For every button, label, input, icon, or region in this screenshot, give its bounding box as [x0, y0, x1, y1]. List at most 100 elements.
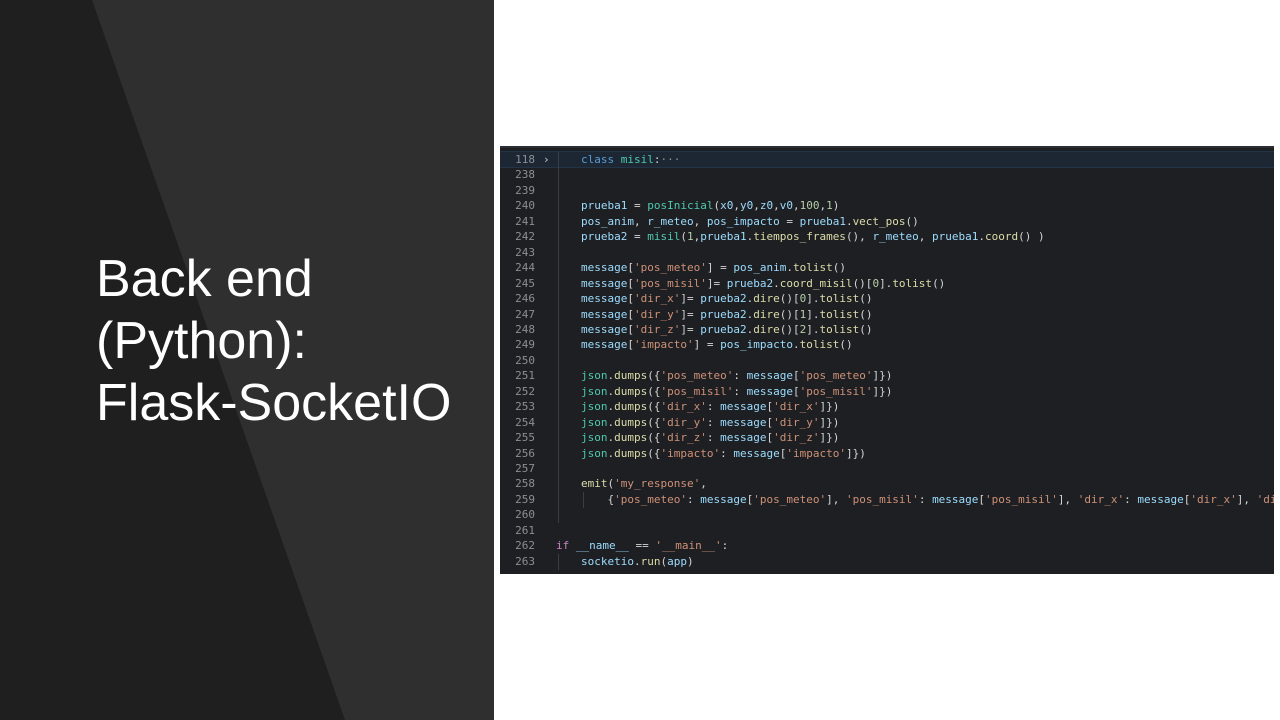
code-token: :: [686, 492, 701, 506]
indent-guide: [558, 213, 559, 230]
code-token: 'pos_meteo': [753, 492, 827, 506]
code-token: 'impacto': [786, 446, 846, 460]
code-line: 257: [500, 461, 1274, 477]
line-number: 263: [515, 554, 535, 568]
code-token: message: [720, 400, 767, 414]
code-token: r_meteo: [872, 230, 919, 244]
code-text: message['dir_x']= prueba2.dire()[0].toli…: [581, 291, 872, 306]
code-token: (): [859, 292, 873, 306]
code-token: json: [581, 400, 608, 414]
code-token: r_meteo: [647, 214, 694, 228]
code-text: if __name__ == '__main__':: [556, 538, 728, 553]
line-number: 256: [515, 446, 535, 460]
code-token: ]: [680, 292, 687, 306]
line-number: 262: [515, 539, 535, 553]
code-token: ({: [647, 400, 661, 414]
code-token: pos_impacto: [720, 338, 793, 352]
indent-guide: [558, 198, 559, 215]
code-token: ]: [680, 322, 687, 336]
code-token: tolist: [799, 338, 840, 352]
code-token: dumps: [614, 431, 648, 445]
code-token: json: [581, 415, 608, 429]
code-token: json: [581, 384, 608, 398]
code-token: prueba2: [581, 230, 628, 244]
code-token: ()[: [779, 322, 800, 336]
code-token: ]}): [872, 384, 893, 398]
code-token: tolist: [819, 307, 860, 321]
code-line: 239: [500, 182, 1274, 199]
code-line: 259 {'pos_meteo': message['pos_meteo'], …: [500, 491, 1274, 508]
code-token: [: [627, 261, 634, 275]
line-number: 250: [515, 353, 535, 367]
code-token: [: [792, 384, 800, 398]
code-token: (): [859, 307, 873, 321]
indent-guide: [558, 430, 559, 447]
code-token: emit: [581, 477, 608, 491]
code-line: 238: [500, 167, 1274, 184]
code-text: message['dir_z']= prueba2.dire()[2].toli…: [581, 322, 872, 337]
code-token: ,: [792, 199, 800, 213]
code-token: message: [720, 431, 767, 445]
code-token: {: [581, 492, 615, 506]
code-token: run: [640, 554, 661, 568]
line-number: 244: [515, 261, 535, 275]
code-token: :: [1124, 492, 1138, 506]
title-line-1: Back end: [96, 250, 313, 308]
line-number: 246: [515, 292, 535, 306]
code-token: 'my_response': [614, 477, 701, 491]
code-token: dumps: [614, 446, 648, 460]
code-token: :: [733, 384, 747, 398]
code-line: 244 message['pos_meteo'] = pos_anim.tolis…: [500, 260, 1274, 277]
line-number: 243: [515, 245, 535, 259]
code-token: app: [667, 554, 687, 568]
code-token: =: [713, 276, 727, 290]
fold-chevron-icon[interactable]: ›: [543, 152, 550, 167]
line-number: 247: [515, 307, 535, 321]
code-token: prueba2: [726, 276, 774, 290]
code-token: prueba1: [932, 230, 979, 244]
code-token: 100: [799, 199, 820, 213]
code-token: :: [918, 492, 933, 506]
line-number: 239: [515, 183, 535, 197]
code-token: message: [1137, 492, 1184, 506]
code-token: ].: [806, 322, 820, 336]
code-token: ]}): [845, 446, 866, 460]
slide-title: Back end (Python): Flask-SocketIO: [96, 248, 486, 434]
code-token: 'pos_meteo': [660, 369, 734, 383]
line-number: 238: [515, 168, 535, 182]
code-token: 'dir_y': [633, 307, 681, 321]
code-token: tolist: [792, 261, 833, 275]
code-line: 258 emit('my_response',: [500, 476, 1274, 493]
code-token: message: [746, 369, 793, 383]
code-token: (): [932, 276, 946, 290]
line-number: 245: [515, 276, 535, 290]
code-token: coord_misil: [779, 276, 853, 290]
code-token: .: [773, 276, 780, 290]
code-token: [: [627, 292, 634, 306]
code-token: message: [700, 492, 747, 506]
code-token: ): [686, 554, 694, 568]
code-token: tolist: [892, 276, 933, 290]
code-token: [: [792, 369, 800, 383]
code-token: dumps: [614, 415, 648, 429]
code-token: =: [627, 199, 648, 213]
code-token: coord: [985, 230, 1019, 244]
code-line: 255 json.dumps({'dir_z': message['dir_z']…: [500, 430, 1274, 447]
code-token: [: [627, 338, 634, 352]
code-token: 'pos_meteo': [633, 261, 707, 275]
code-text: class misil:···: [581, 152, 680, 167]
code-line: 262 if __name__ == '__main__':: [500, 538, 1274, 553]
line-number: 255: [515, 431, 535, 445]
code-token: ,: [773, 199, 780, 213]
code-token: ({: [647, 415, 661, 429]
title-line-2: (Python):: [96, 312, 307, 370]
code-token: '__main__': [655, 539, 722, 553]
code-token: 'pos_misil': [633, 276, 707, 290]
code-token: 'dir_y': [1256, 492, 1274, 506]
indent-guide: [558, 461, 559, 477]
code-text: json.dumps({'impacto': message['impacto'…: [581, 446, 866, 461]
code-token: [: [627, 276, 634, 290]
line-number: 240: [515, 199, 535, 213]
code-token: dumps: [614, 369, 648, 383]
indent-guide: [558, 476, 559, 493]
